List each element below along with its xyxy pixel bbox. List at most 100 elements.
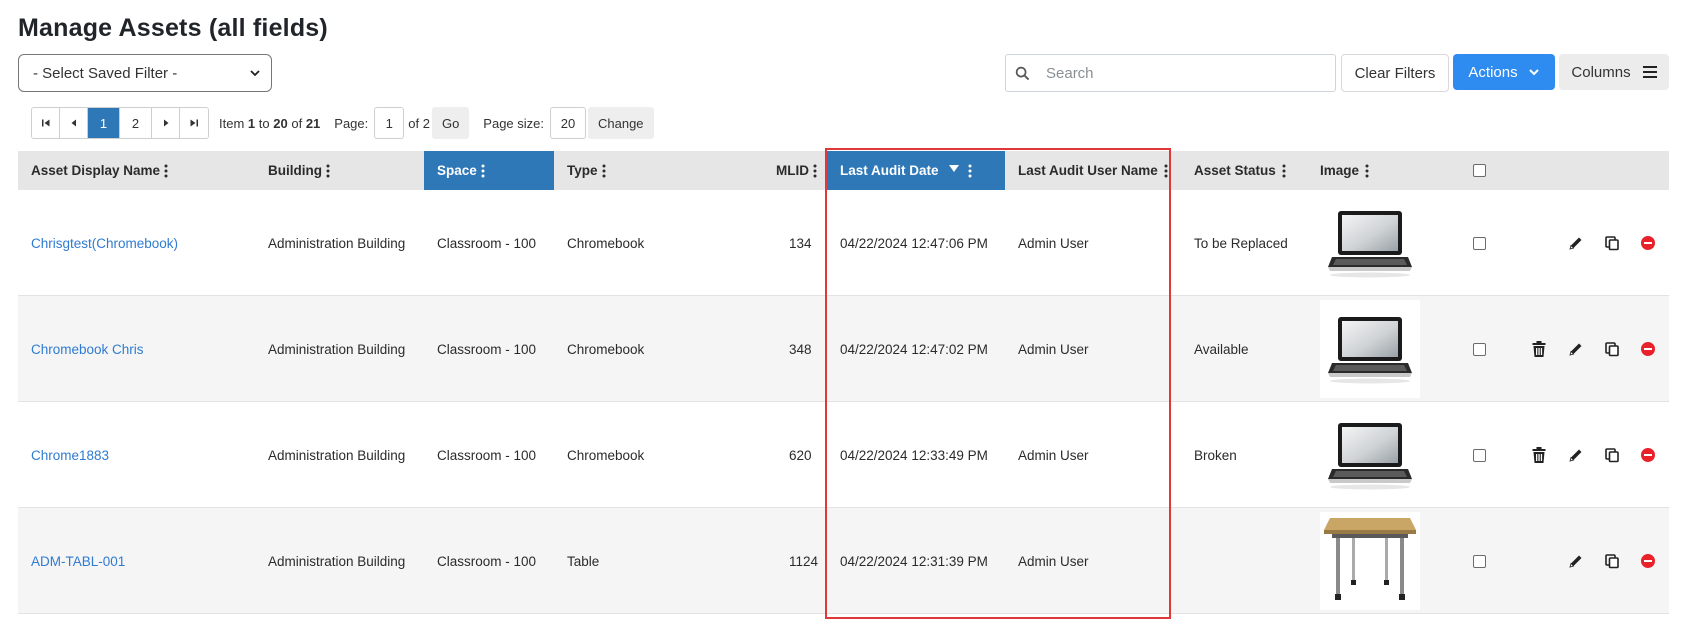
space-cell: Classroom - 100 xyxy=(437,553,537,569)
mlid-cell: 1124 xyxy=(789,553,819,569)
last-page-button[interactable] xyxy=(180,108,208,138)
select-all-checkbox[interactable] xyxy=(1473,164,1486,177)
trash-icon xyxy=(1532,447,1546,463)
copy-button[interactable] xyxy=(1604,508,1620,614)
go-button[interactable]: Go xyxy=(431,107,470,139)
row-select-cell xyxy=(1460,190,1486,296)
select-all-cell xyxy=(1460,151,1500,190)
asset-name-link[interactable]: ADM-TABL-001 xyxy=(18,508,125,614)
page-of-total: of 2 xyxy=(408,115,430,131)
last-audit-date-cell: 04/22/2024 12:33:49 PM xyxy=(840,447,988,463)
row-select-cell xyxy=(1460,296,1486,402)
search-box[interactable] xyxy=(1005,54,1336,92)
column-menu-icon[interactable] xyxy=(326,164,330,178)
column-menu-icon[interactable] xyxy=(1164,164,1168,178)
column-menu-icon[interactable] xyxy=(1365,164,1369,178)
column-menu-icon[interactable] xyxy=(813,164,817,178)
asset-image xyxy=(1320,194,1420,292)
remove-circle-icon xyxy=(1641,448,1655,462)
next-page-button[interactable] xyxy=(152,108,180,138)
copy-button[interactable] xyxy=(1604,296,1620,402)
page-size-input[interactable]: 20 xyxy=(550,107,586,139)
building-cell: Administration Building xyxy=(268,235,406,251)
last-audit-date-cell: 04/22/2024 12:47:02 PM xyxy=(840,341,988,357)
delete-button[interactable] xyxy=(1532,402,1546,508)
saved-filter-value: - Select Saved Filter - xyxy=(33,64,178,82)
column-header-last-audit-user-name[interactable]: Last Audit User Name xyxy=(1005,151,1181,190)
next-page-icon xyxy=(163,119,168,127)
row-checkbox[interactable] xyxy=(1473,448,1486,462)
remove-button[interactable] xyxy=(1640,190,1656,296)
asset-name-link[interactable]: Chrisgtest(Chromebook) xyxy=(18,190,178,296)
edit-button[interactable] xyxy=(1568,296,1584,402)
last-audit-user-cell: Admin User xyxy=(1018,235,1089,251)
asset-image xyxy=(1320,406,1420,504)
remove-button[interactable] xyxy=(1640,296,1656,402)
item-total: 21 xyxy=(305,115,321,131)
column-menu-icon[interactable] xyxy=(1282,164,1286,178)
pager: 1 2 Item 1 to 20 of 21 Page: 1 of 2 Go P… xyxy=(31,107,654,139)
remove-circle-icon xyxy=(1641,554,1655,568)
change-button[interactable]: Change xyxy=(588,107,654,139)
row-checkbox[interactable] xyxy=(1473,236,1486,250)
asset-status-cell xyxy=(1181,508,1194,614)
page-2-button[interactable]: 2 xyxy=(120,108,152,138)
column-label: Asset Display Name xyxy=(31,163,161,178)
columns-label: Columns xyxy=(1571,63,1631,81)
saved-filter-select[interactable]: - Select Saved Filter - xyxy=(18,54,272,92)
column-header-building[interactable]: Building xyxy=(255,151,423,190)
pencil-icon xyxy=(1569,449,1582,462)
edit-button[interactable] xyxy=(1568,508,1584,614)
laptop-image xyxy=(1328,423,1412,490)
search-input[interactable] xyxy=(1038,56,1335,90)
row-checkbox[interactable] xyxy=(1473,554,1486,568)
prev-page-icon xyxy=(71,119,76,127)
copy-button[interactable] xyxy=(1604,190,1620,296)
column-header-asset-status[interactable]: Asset Status xyxy=(1181,151,1309,190)
edit-button[interactable] xyxy=(1568,402,1584,508)
prev-page-button[interactable] xyxy=(60,108,88,138)
edit-button[interactable] xyxy=(1568,190,1584,296)
column-menu-icon[interactable] xyxy=(602,164,606,178)
mlid-cell: 348 xyxy=(789,341,812,357)
row-checkbox[interactable] xyxy=(1473,342,1486,356)
column-menu-icon[interactable] xyxy=(164,164,168,178)
column-label: Space xyxy=(437,163,477,178)
remove-button[interactable] xyxy=(1640,402,1656,508)
asset-status-cell: Available xyxy=(1194,341,1249,357)
item-start: 1 xyxy=(247,115,256,131)
remove-button[interactable] xyxy=(1640,508,1656,614)
assets-grid: Asset Display Name Building Space Type M… xyxy=(18,151,1669,614)
asset-name-link[interactable]: Chromebook Chris xyxy=(18,296,144,402)
first-page-button[interactable] xyxy=(32,108,60,138)
page-1-button[interactable]: 1 xyxy=(88,108,120,138)
column-header-asset-display-name[interactable]: Asset Display Name xyxy=(18,151,255,190)
columns-button[interactable]: Columns xyxy=(1559,54,1669,90)
actions-button[interactable]: Actions xyxy=(1453,54,1555,90)
row-select-cell xyxy=(1460,508,1486,614)
copy-button[interactable] xyxy=(1604,402,1620,508)
to-label: to xyxy=(258,115,270,131)
copy-icon xyxy=(1605,342,1619,357)
clear-filters-button[interactable]: Clear Filters xyxy=(1341,54,1449,92)
asset-name-link[interactable]: Chrome1883 xyxy=(18,402,109,508)
column-menu-icon[interactable] xyxy=(968,164,972,178)
column-header-image[interactable]: Image xyxy=(1307,151,1427,190)
column-label: Asset Status xyxy=(1194,163,1276,178)
pencil-icon xyxy=(1569,555,1582,568)
building-cell: Administration Building xyxy=(268,341,406,357)
column-menu-icon[interactable] xyxy=(481,164,485,178)
column-label: Last Audit User Name xyxy=(1018,163,1158,178)
column-header-last-audit-date[interactable]: Last Audit Date xyxy=(827,151,1005,190)
delete-button[interactable] xyxy=(1532,296,1546,402)
table-row: Chrisgtest(Chromebook) Administration Bu… xyxy=(18,190,1669,296)
last-audit-user-cell: Admin User xyxy=(1018,553,1089,569)
item-range: Item 1 to 20 of 21 xyxy=(219,116,320,131)
pencil-icon xyxy=(1569,237,1582,250)
column-header-type[interactable]: Type xyxy=(554,151,754,190)
column-header-space[interactable]: Space xyxy=(424,151,554,190)
chevron-down-icon xyxy=(250,70,260,77)
row-select-cell xyxy=(1460,402,1486,508)
page-number-input[interactable]: 1 xyxy=(374,107,405,139)
building-cell: Administration Building xyxy=(268,447,406,463)
